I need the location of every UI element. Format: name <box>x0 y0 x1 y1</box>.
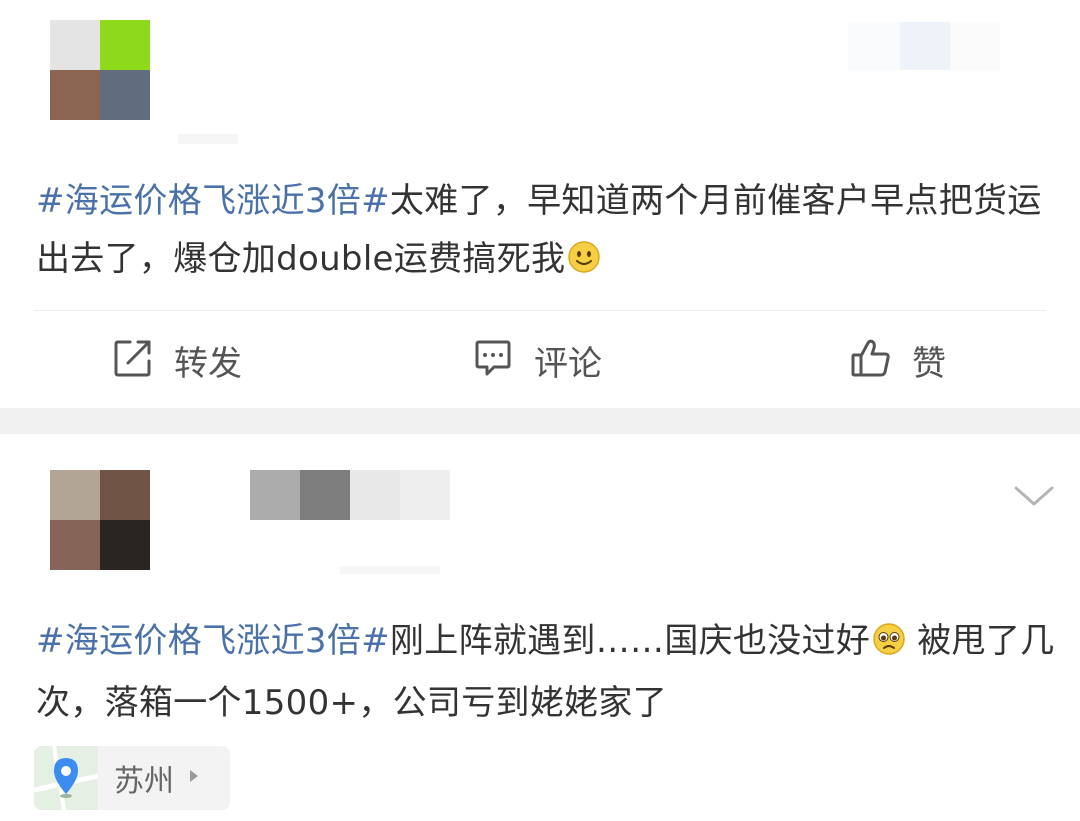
weibo-post-1: #海运价格飞涨近3倍#太难了，早知道两个月前催客户早点把货运出去了，爆仓加dou… <box>0 0 1080 408</box>
chevron-down-icon <box>1012 486 1056 514</box>
like-button[interactable]: 赞 <box>850 332 946 388</box>
like-label: 赞 <box>912 343 946 384</box>
location-label: 苏州 <box>114 764 174 799</box>
share-icon <box>112 337 154 383</box>
smile-emoji <box>567 234 601 292</box>
pleading-emoji <box>872 616 906 674</box>
comment-label: 评论 <box>534 343 602 384</box>
post-menu-button[interactable] <box>1012 482 1056 510</box>
post-text: 刚上阵就遇到……国庆也没过好 <box>389 621 871 661</box>
blurred-username <box>350 470 400 520</box>
post-content: #海运价格飞涨近3倍#太难了，早知道两个月前催客户早点把货运出去了，爆仓加dou… <box>36 172 1056 292</box>
blurred-badge <box>900 22 950 70</box>
user-avatar[interactable] <box>50 20 150 120</box>
blurred-username <box>400 470 450 520</box>
topic-link[interactable]: #海运价格飞涨近3倍# <box>36 621 390 661</box>
repost-button[interactable]: 转发 <box>112 332 242 388</box>
map-thumbnail <box>34 746 99 810</box>
blurred-username <box>848 22 900 70</box>
comment-icon <box>472 337 514 383</box>
repost-label: 转发 <box>174 343 242 384</box>
blurred-info <box>950 22 1000 70</box>
caret-right-icon <box>188 768 200 788</box>
post-separator <box>0 408 1080 434</box>
user-avatar[interactable] <box>50 470 150 570</box>
blurred-username <box>300 470 350 520</box>
comment-button[interactable]: 评论 <box>472 332 602 388</box>
post-content: #海运价格飞涨近3倍#刚上阵就遇到……国庆也没过好 被甩了几次，落箱一个1500… <box>36 612 1056 732</box>
blurred-timestamp <box>178 134 238 144</box>
divider <box>34 310 1046 311</box>
blurred-username <box>250 470 300 520</box>
thumbs-up-icon <box>850 337 892 383</box>
blurred-timestamp <box>340 566 440 574</box>
location-tag[interactable]: 苏州 <box>34 746 230 810</box>
topic-link[interactable]: #海运价格飞涨近3倍# <box>36 181 390 221</box>
